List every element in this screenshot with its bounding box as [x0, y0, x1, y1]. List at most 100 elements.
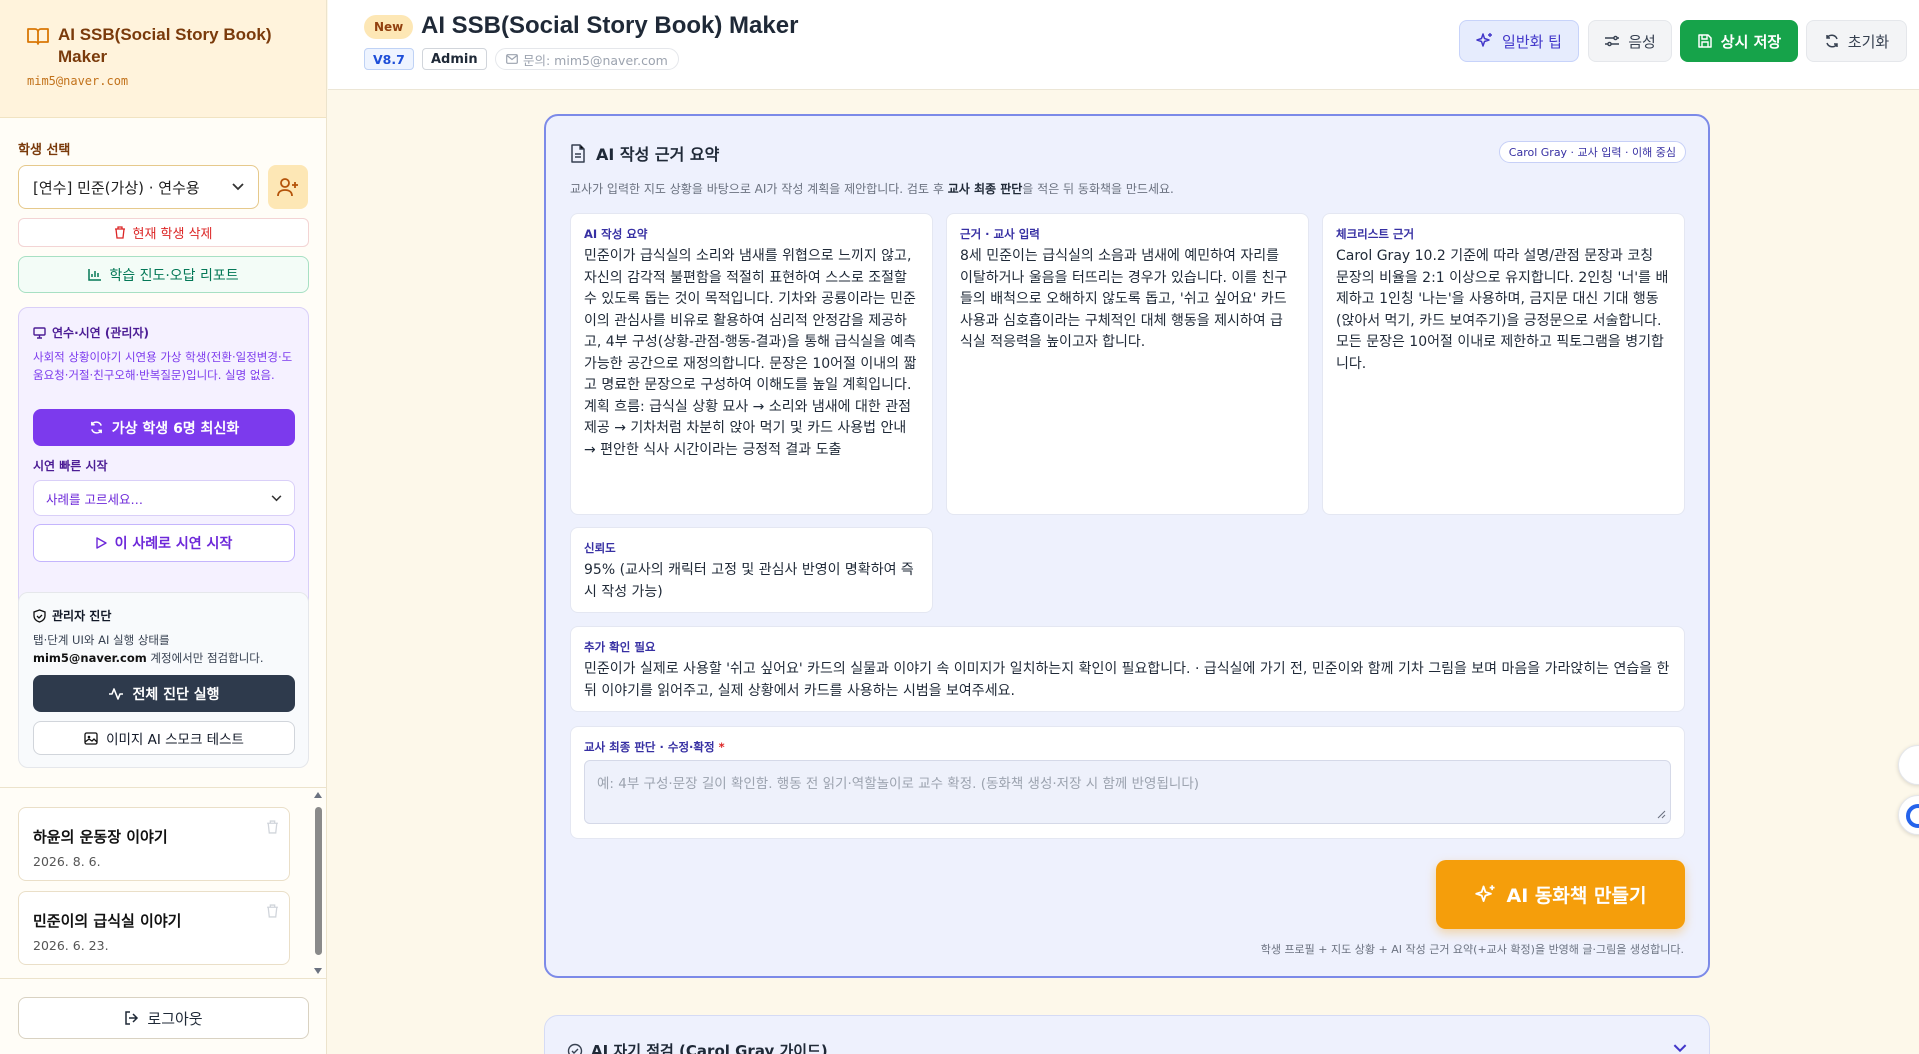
panel-title-text: AI 작성 근거 요약	[596, 145, 720, 164]
trash-icon[interactable]	[266, 820, 279, 834]
sparkles-icon	[1474, 884, 1495, 902]
admin-desc-email: mim5@naver.com	[33, 651, 147, 665]
floating-assistant-button[interactable]	[1898, 795, 1919, 835]
user-plus-icon	[277, 178, 298, 197]
version-badge: V8.7	[364, 48, 414, 70]
run-diagnostics-button[interactable]: 전체 진단 실행	[33, 675, 295, 712]
story-item[interactable]: 하윤의 운동장 이야기 2026. 8. 6.	[18, 807, 290, 881]
admin-desc-line1: 탭·단계 UI와 AI 실행 상태를	[33, 633, 170, 647]
brand-header: AI SSB(Social Story Book) Maker mim5@nav…	[0, 0, 326, 118]
case-select-placeholder: 사례를 고르세요…	[46, 491, 143, 507]
card-text: 민준이가 실제로 사용할 '쉬고 싶어요' 카드의 실물과 이야기 속 이미지가…	[584, 661, 1670, 699]
top-header: New AI SSB(Social Story Book) Maker V8.7…	[328, 0, 1919, 90]
chevron-down-icon	[271, 494, 282, 501]
sidebar: AI SSB(Social Story Book) Maker mim5@nav…	[0, 0, 327, 1054]
story-item[interactable]: 민준이의 급식실 이야기 2026. 6. 23.	[18, 891, 290, 965]
trash-icon[interactable]	[266, 904, 279, 918]
checklist-card: 체크리스트 근거 Carol Gray 10.2 기준에 따라 설명/관점 문장…	[1322, 213, 1685, 515]
bar-chart-icon	[88, 269, 102, 281]
admin-diagnostics-panel: 관리자 진단 탭·단계 UI와 AI 실행 상태를 mim5@naver.com …	[18, 592, 309, 768]
sliders-icon	[1605, 35, 1620, 47]
teacher-input-card: 근거 · 교사 입력 8세 민준이는 급식실의 소음과 냄새에 예민하여 자리를…	[946, 213, 1309, 515]
report-button[interactable]: 학습 진도·오답 리포트	[18, 256, 309, 293]
refresh-virtual-students-button[interactable]: 가상 학생 6명 최신화	[33, 409, 295, 446]
self-check-title-text: AI 자기 점검 (Carol Gray 가이드)	[591, 1042, 828, 1054]
demo-title: 연수·시연 (관리자)	[33, 324, 149, 341]
desc-part1: 교사가 입력한 지도 상황을 바탕으로 AI가 작성 계획을 제안합니다. 검토…	[570, 182, 948, 196]
voice-label: 음성	[1628, 32, 1656, 51]
make-storybook-button[interactable]: AI 동화책 만들기	[1436, 860, 1685, 929]
add-student-button[interactable]	[268, 165, 308, 209]
ai-summary-panel: AI 작성 근거 요약 Carol Gray · 교사 입력 · 이해 중심 교…	[544, 114, 1710, 978]
desc-bold: 교사 최종 판단	[947, 182, 1023, 196]
card-label: 신뢰도	[584, 541, 616, 555]
scrollbar-thumb[interactable]	[315, 807, 322, 955]
refresh-icon	[90, 421, 102, 434]
start-demo-button[interactable]: 이 사례로 시연 시작	[33, 524, 295, 562]
demo-description: 사회적 상황이야기 시연용 가상 학생(전환·일정변경·도움요청·거절·친구오해…	[33, 350, 293, 382]
demo-panel: 연수·시연 (관리자) 사회적 상황이야기 시연용 가상 학생(전환·일정변경·…	[18, 307, 309, 609]
save-button[interactable]: 상시 저장	[1680, 20, 1798, 62]
save-label: 상시 저장	[1720, 32, 1782, 51]
activity-icon	[109, 687, 124, 700]
document-icon	[571, 143, 585, 163]
sparkles-icon	[1476, 33, 1493, 47]
delete-student-label: 현재 학생 삭제	[132, 227, 213, 242]
play-icon	[95, 537, 107, 549]
contact-label: 문의: mim5@naver.com	[523, 52, 668, 68]
refresh-label: 가상 학생 6명 최신화	[111, 420, 240, 437]
card-label: AI 작성 요약	[584, 227, 648, 241]
contact-chip[interactable]: 문의: mim5@naver.com	[495, 48, 679, 70]
brand-email: mim5@naver.com	[27, 74, 129, 88]
admin-title: 관리자 진단	[33, 607, 111, 624]
card-text: 8세 민준이는 급식실의 소음과 냄새에 예민하여 자리를 이탈하거나 울음을 …	[960, 248, 1288, 350]
demo-title-text: 연수·시연 (관리자)	[52, 326, 149, 340]
quick-start-label: 시연 빠른 시작	[33, 459, 108, 473]
logout-label: 로그아웃	[147, 1009, 203, 1028]
story-list: 하윤의 운동장 이야기 2026. 8. 6. 민준이의 급식실 이야기 202…	[0, 787, 327, 979]
monitor-icon	[33, 326, 46, 339]
extra-check-card: 추가 확인 필요 민준이가 실제로 사용할 '쉬고 싶어요' 카드의 실물과 이…	[570, 626, 1685, 712]
self-check-panel[interactable]: AI 자기 점검 (Carol Gray 가이드)	[544, 1015, 1710, 1054]
logout-icon	[125, 1011, 139, 1025]
card-label: 추가 확인 필요	[584, 640, 656, 654]
logout-button[interactable]: 로그아웃	[18, 997, 309, 1039]
new-badge: New	[364, 15, 414, 39]
teacher-final-placeholder: 예: 4부 구성·문장 길이 확인함. 행동 전 읽기·역할놀이로 교수 확정.…	[597, 776, 1200, 792]
check-circle-icon	[567, 1043, 583, 1054]
ai-summary-card: AI 작성 요약 민준이가 급식실의 소리와 냄새를 위협으로 느끼지 않고, …	[570, 213, 933, 515]
card-label: 교사 최종 판단 · 수정·확정 *	[584, 739, 725, 755]
run-diagnostics-label: 전체 진단 실행	[132, 686, 220, 703]
required-mark: *	[718, 740, 725, 754]
panel-title: AI 작성 근거 요약	[570, 141, 719, 165]
voice-settings-button[interactable]: 음성	[1588, 20, 1672, 62]
story-date: 2026. 8. 6.	[33, 854, 101, 869]
floating-scissors-button[interactable]	[1898, 745, 1919, 785]
admin-description: 탭·단계 UI와 AI 실행 상태를 mim5@naver.com 계정에서만 점…	[33, 631, 299, 667]
card-label: 근거 · 교사 입력	[960, 227, 1040, 241]
student-select-value: [연수] 민준(가상) · 연수용	[33, 178, 200, 197]
report-label: 학습 진도·오답 리포트	[109, 267, 239, 284]
brand-title: AI SSB(Social Story Book) Maker	[58, 25, 272, 66]
reset-button[interactable]: 초기화	[1806, 20, 1907, 62]
page-title: AI SSB(Social Story Book) Maker	[421, 12, 799, 39]
refresh-icon	[1826, 34, 1838, 48]
story-title: 하윤의 운동장 이야기	[33, 828, 168, 846]
resize-grip-icon[interactable]	[1657, 810, 1666, 819]
reset-label: 초기화	[1847, 32, 1890, 51]
image-smoke-test-button[interactable]: 이미지 AI 스모크 테스트	[33, 721, 295, 755]
generalization-tip-button[interactable]: 일반화 팁	[1459, 20, 1579, 62]
student-select[interactable]: [연수] 민준(가상) · 연수용	[18, 165, 259, 209]
make-storybook-label: AI 동화책 만들기	[1506, 885, 1647, 907]
save-icon	[1698, 34, 1712, 48]
role-badge: Admin	[422, 48, 487, 70]
teacher-final-input[interactable]: 예: 4부 구성·문장 길이 확인함. 행동 전 읽기·역할놀이로 교수 확정.…	[584, 760, 1671, 824]
guideline-chip: Carol Gray · 교사 입력 · 이해 중심	[1498, 141, 1686, 163]
card-text: Carol Gray 10.2 기준에 따라 설명/관점 문장과 코칭 문장의 …	[1336, 248, 1669, 372]
case-select[interactable]: 사례를 고르세요…	[33, 480, 295, 516]
delete-student-button[interactable]: 현재 학생 삭제	[18, 218, 309, 247]
self-check-title: AI 자기 점검 (Carol Gray 가이드)	[567, 1040, 828, 1054]
chevron-down-icon	[1673, 1044, 1687, 1053]
trash-icon	[115, 226, 126, 239]
tip-label: 일반화 팁	[1502, 32, 1562, 51]
